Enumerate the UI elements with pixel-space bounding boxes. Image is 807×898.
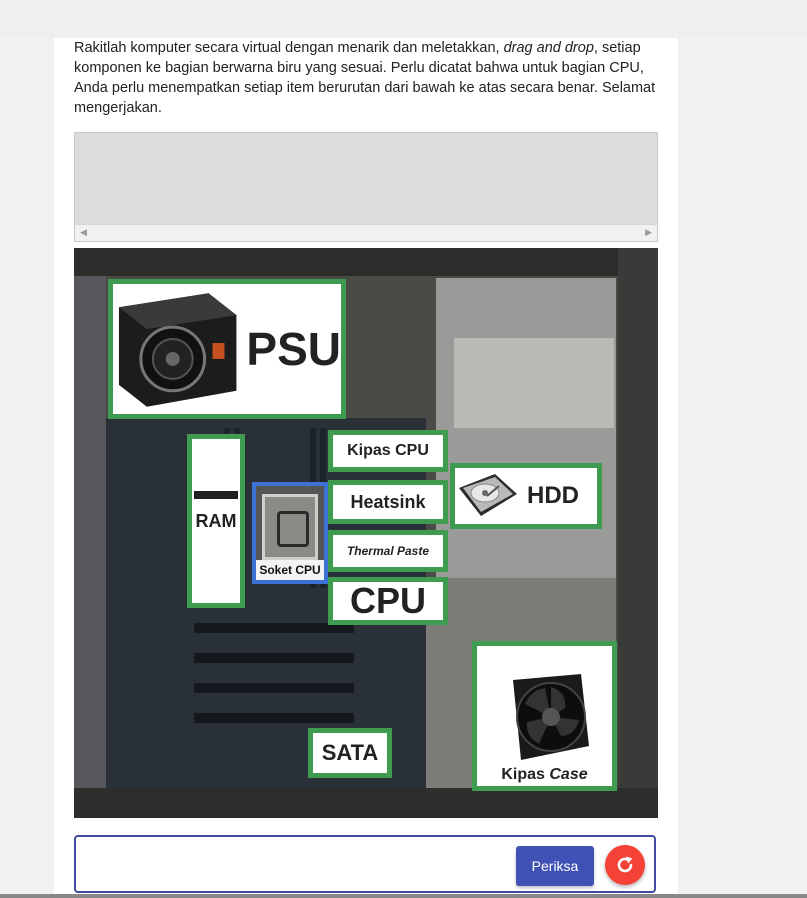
case-fan-icon (512, 674, 589, 760)
ram-stick-icon (194, 491, 238, 499)
thermal-paste-label: Thermal Paste (346, 544, 430, 558)
refresh-icon (617, 856, 633, 873)
hdd-icon (459, 474, 517, 516)
drop-zone-case-fan[interactable]: Kipas Case (472, 641, 617, 791)
hdd-label: HDD (527, 482, 579, 509)
drop-zone-ram[interactable]: RAM (187, 434, 245, 608)
drop-zone-hdd[interactable]: HDD (450, 463, 602, 529)
reset-button[interactable] (605, 845, 645, 885)
tray-scrollbar[interactable]: ◀ ▶ (75, 224, 657, 241)
ram-label: RAM (195, 510, 237, 531)
scroll-right-icon[interactable]: ▶ (645, 227, 652, 238)
instructions-italic: drag and drop (503, 40, 594, 56)
psu-label: PSU (246, 323, 341, 375)
cpu-socket-drop-zone[interactable]: Soket CPU (252, 482, 328, 584)
drop-zone-heatsink[interactable]: Heatsink (328, 480, 448, 524)
cpu-label: CPU (349, 580, 426, 621)
top-bar (0, 0, 807, 38)
instructions-part1: Rakitlah komputer secara virtual dengan … (74, 40, 504, 56)
instructions-text: Rakitlah komputer secara virtual dengan … (74, 38, 659, 118)
sata-label: SATA (321, 740, 379, 765)
check-button[interactable]: Periksa (516, 846, 594, 886)
case-fan-label: Kipas Case (501, 766, 588, 783)
action-bar: Periksa (74, 835, 656, 893)
scroll-left-icon[interactable]: ◀ (80, 227, 87, 238)
drop-zone-sata[interactable]: SATA (308, 728, 392, 778)
heatsink-label: Heatsink (350, 491, 426, 512)
drop-zone-cpu[interactable]: CPU (328, 577, 448, 625)
cpu-fan-label: Kipas CPU (347, 442, 429, 459)
cpu-socket-icon (262, 494, 318, 560)
cpu-socket-label: Soket CPU (256, 560, 324, 580)
drag-item-tray[interactable]: ◀ ▶ (74, 132, 658, 242)
psu-icon (118, 293, 237, 407)
drop-zone-psu[interactable]: PSU (108, 279, 346, 419)
drop-zone-cpu-fan[interactable]: Kipas CPU (328, 430, 448, 472)
drop-zone-thermal-paste[interactable]: Thermal Paste (328, 530, 448, 572)
